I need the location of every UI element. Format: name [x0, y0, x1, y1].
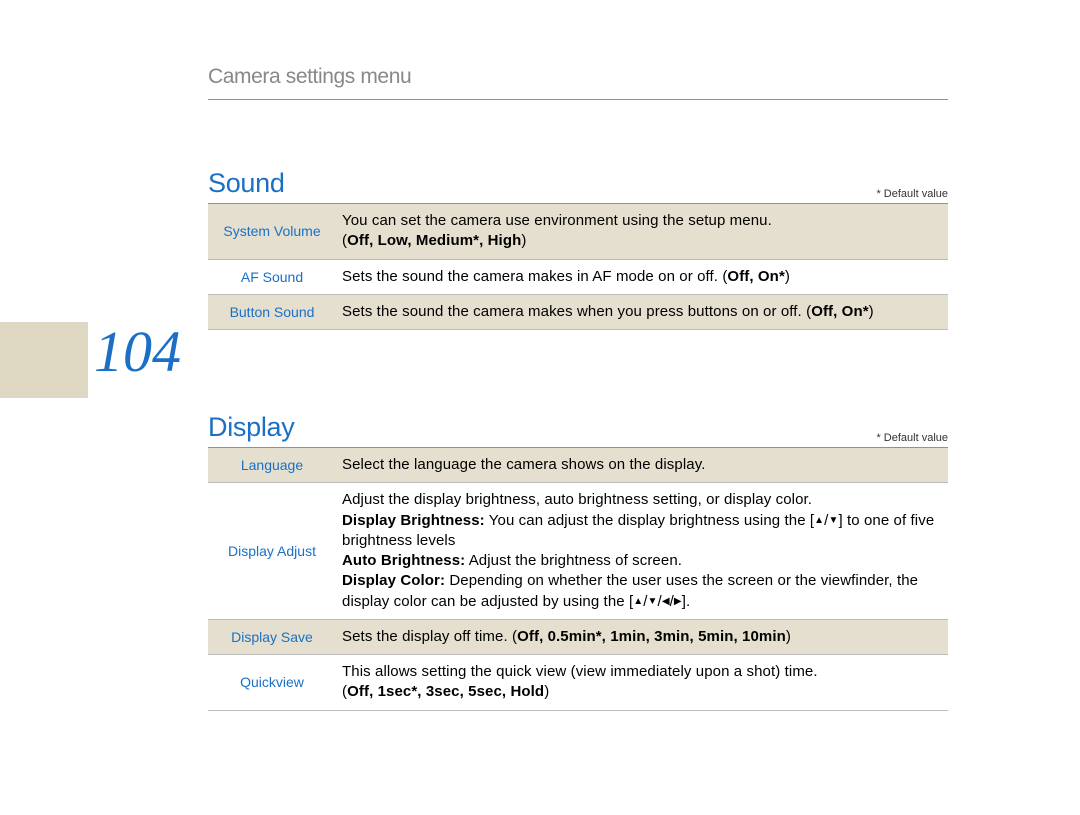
desc-suffix: )	[869, 303, 874, 320]
table-row: System Volume You can set the camera use…	[208, 204, 948, 259]
desc-text: ].	[682, 593, 691, 610]
display-brightness-label: Display Brightness:	[342, 512, 485, 529]
desc-text: Adjust the brightness of screen.	[465, 552, 682, 569]
desc-text: You can adjust the display brightness us…	[485, 512, 814, 529]
page-tab	[0, 322, 88, 398]
table-row: Button Sound Sets the sound the camera m…	[208, 294, 948, 329]
content-area: Camera settings menu Sound * Default val…	[208, 65, 948, 711]
section-title-sound: Sound	[208, 168, 285, 198]
table-row: Language Select the language the camera …	[208, 448, 948, 483]
options-text: Off, On*	[811, 303, 868, 320]
row-label-system-volume: System Volume	[208, 204, 336, 259]
desc-text: Sets the sound the camera makes when you…	[342, 303, 811, 320]
row-label-display-adjust: Display Adjust	[208, 483, 336, 620]
section-header-sound: Sound * Default value	[208, 168, 948, 204]
table-row: Display Adjust Adjust the display bright…	[208, 483, 948, 620]
row-desc-language: Select the language the camera shows on …	[336, 448, 948, 483]
row-label-language: Language	[208, 448, 336, 483]
default-note-sound: * Default value	[876, 188, 948, 200]
row-desc-quickview: This allows setting the quick view (view…	[336, 655, 948, 711]
desc-suffix: )	[785, 268, 790, 285]
options-text: Off, 0.5min*, 1min, 3min, 5min, 10min	[517, 628, 786, 645]
options-suffix: )	[544, 683, 549, 700]
row-desc-button-sound: Sets the sound the camera makes when you…	[336, 294, 948, 329]
table-row: Display Save Sets the display off time. …	[208, 619, 948, 654]
display-table: Language Select the language the camera …	[208, 448, 948, 711]
desc-text: This allows setting the quick view (view…	[342, 663, 818, 680]
options-text: Off, 1sec*, 3sec, 5sec, Hold	[347, 683, 544, 700]
row-desc-display-adjust: Adjust the display brightness, auto brig…	[336, 483, 948, 620]
table-row: AF Sound Sets the sound the camera makes…	[208, 259, 948, 294]
auto-brightness-label: Auto Brightness:	[342, 552, 465, 569]
row-label-display-save: Display Save	[208, 619, 336, 654]
section-title-display: Display	[208, 412, 294, 442]
options-text: Off, Low, Medium*, High	[347, 232, 521, 249]
desc-text: You can set the camera use environment u…	[342, 212, 772, 229]
row-desc-af-sound: Sets the sound the camera makes in AF mo…	[336, 259, 948, 294]
options-text: Off, On*	[727, 268, 784, 285]
section-header-display: Display * Default value	[208, 412, 948, 448]
display-color-label: Display Color:	[342, 572, 445, 589]
desc-suffix: )	[786, 628, 791, 645]
table-row: Quickview This allows setting the quick …	[208, 655, 948, 711]
page-number: 104	[94, 318, 181, 385]
section-sound: Sound * Default value System Volume You …	[208, 168, 948, 330]
section-display: Display * Default value Language Select …	[208, 412, 948, 711]
default-note-display: * Default value	[876, 432, 948, 444]
sound-table: System Volume You can set the camera use…	[208, 204, 948, 330]
desc-text: Sets the sound the camera makes in AF mo…	[342, 268, 727, 285]
row-label-button-sound: Button Sound	[208, 294, 336, 329]
breadcrumb: Camera settings menu	[208, 65, 948, 100]
row-label-af-sound: AF Sound	[208, 259, 336, 294]
row-desc-system-volume: You can set the camera use environment u…	[336, 204, 948, 259]
desc-text: Adjust the display brightness, auto brig…	[342, 491, 812, 508]
desc-text: Sets the display off time. (	[342, 628, 517, 645]
options-suffix: )	[521, 232, 526, 249]
row-desc-display-save: Sets the display off time. (Off, 0.5min*…	[336, 619, 948, 654]
row-label-quickview: Quickview	[208, 655, 336, 711]
